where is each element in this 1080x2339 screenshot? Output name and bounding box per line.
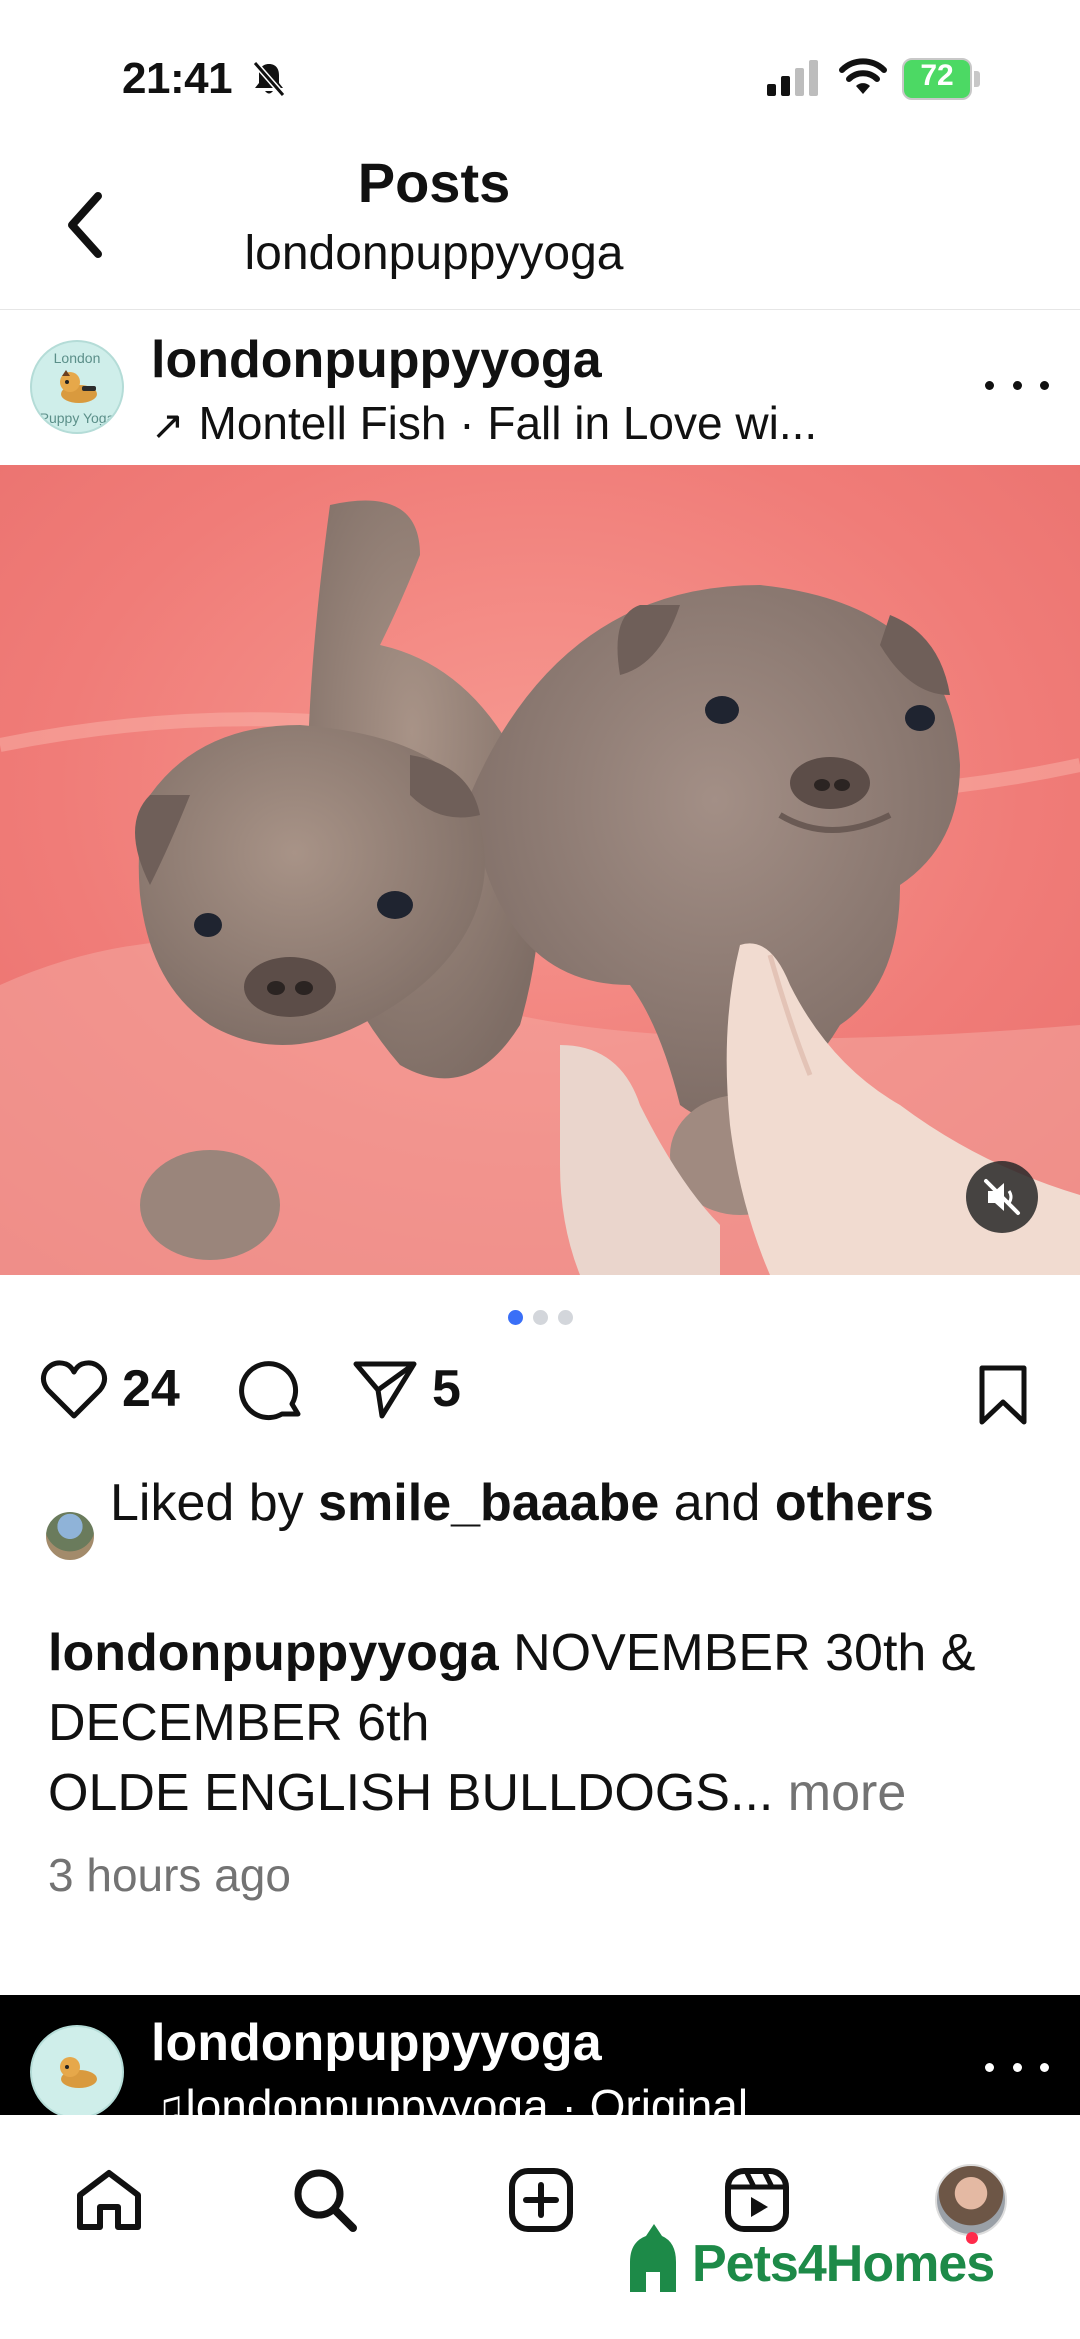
- dot-icon: [1040, 380, 1049, 390]
- post-audio[interactable]: ↗ Montell Fish · Fall in Love wi...: [151, 396, 817, 450]
- carousel-dot-active: [507, 1310, 523, 1325]
- liked-by-middle: and: [659, 1474, 775, 1532]
- page-title: Posts: [357, 151, 511, 214]
- carousel-dot: [557, 1310, 573, 1325]
- post-audio-label: Montell Fish · Fall in Love wi...: [198, 397, 818, 449]
- carousel-indicator: [0, 1310, 1080, 1330]
- dot-icon: [1040, 2062, 1049, 2072]
- post-username[interactable]: londonpuppyyoga: [151, 330, 602, 390]
- nav-home[interactable]: [64, 2155, 154, 2245]
- comment-button[interactable]: [238, 1358, 304, 1424]
- avatar-text-top: London: [53, 350, 101, 366]
- music-note-icon: ♫: [151, 2080, 186, 2115]
- speaker-muted-icon: [984, 1179, 1020, 1215]
- plus-square-icon: [509, 2168, 573, 2232]
- liked-by-others[interactable]: others: [775, 1474, 934, 1532]
- paper-plane-icon: [353, 1361, 417, 1419]
- nav-search[interactable]: [280, 2155, 370, 2245]
- dot-icon: [1012, 380, 1022, 390]
- home-icon: [77, 2170, 141, 2230]
- caption-username[interactable]: londonpuppyyoga: [48, 1624, 499, 1682]
- caption-more-link[interactable]: more: [788, 1764, 906, 1822]
- next-post-more-button[interactable]: [985, 2047, 1049, 2087]
- dot-icon: [985, 2062, 994, 2072]
- post-caption: londonpuppyyoga NOVEMBER 30th & DECEMBER…: [48, 1618, 1048, 1828]
- liked-by-prefix: Liked by: [110, 1474, 319, 1532]
- liked-by-user[interactable]: smile_baaabe: [318, 1474, 659, 1532]
- dog-logo-icon: [60, 370, 97, 403]
- pets4homes-logo-icon: [630, 2224, 676, 2292]
- puppies-photo: [0, 465, 1080, 1275]
- arrow-up-right-icon: ↗: [151, 404, 185, 448]
- signal-icon: [767, 60, 818, 96]
- liked-by-text: Liked by smile_baaabe and others: [110, 1468, 1010, 1538]
- post-actions: 24 5: [0, 1350, 1080, 1440]
- battery-tip: [974, 71, 980, 87]
- next-post-username[interactable]: londonpuppyyoga: [151, 2013, 602, 2073]
- share-button[interactable]: 5: [352, 1358, 461, 1420]
- heart-icon: [40, 1360, 108, 1419]
- nav-create[interactable]: [496, 2155, 586, 2245]
- battery-charging-icon: 72: [902, 58, 982, 100]
- battery-level: 72: [920, 59, 954, 92]
- post-header: London Puppy Yoga londonpuppyyoga ↗ Monte…: [0, 310, 1080, 465]
- next-post-audio-label: londonpuppyyoga · Original: [185, 2080, 749, 2115]
- status-time: 21:41: [122, 54, 233, 103]
- next-post-header: londonpuppyyoga ♫londonpuppyyoga · Origi…: [0, 1995, 1080, 2115]
- shares-count: 5: [432, 1360, 461, 1418]
- dot-icon: [985, 380, 994, 390]
- search-icon: [294, 2169, 357, 2232]
- avatar-text-bottom: Puppy Yoga: [39, 410, 115, 426]
- bookmark-icon: [979, 1365, 1027, 1425]
- like-button[interactable]: 24: [40, 1358, 180, 1420]
- posts-header: Posts londonpuppyyoga: [0, 150, 1080, 310]
- bell-slash-icon: [252, 61, 286, 97]
- dot-icon: [1012, 2062, 1022, 2072]
- wifi-icon: [839, 58, 887, 94]
- next-post-audio[interactable]: ♫londonpuppyyoga · Original: [151, 2079, 748, 2115]
- page-subtitle: londonpuppyyoga: [244, 227, 624, 280]
- post-media[interactable]: [0, 465, 1080, 1275]
- likes-count: 24: [122, 1360, 180, 1418]
- caption-line-2: OLDE ENGLISH BULLDOGS...: [48, 1764, 774, 1822]
- pets4homes-watermark: Pets4Homes: [624, 2222, 995, 2294]
- liker-avatar: [44, 1510, 96, 1562]
- post-avatar[interactable]: London Puppy Yoga: [30, 340, 124, 434]
- next-post-avatar[interactable]: [30, 2025, 124, 2115]
- dog-logo-icon: [60, 2057, 97, 2088]
- watermark-text: Pets4Homes: [692, 2235, 995, 2293]
- status-bar: 21:41 72: [0, 0, 1080, 150]
- mute-button[interactable]: [966, 1161, 1038, 1233]
- more-options-button[interactable]: [985, 365, 1049, 405]
- save-button[interactable]: [976, 1364, 1030, 1431]
- carousel-dot: [532, 1310, 548, 1325]
- comment-icon: [239, 1361, 301, 1421]
- post-timestamp: 3 hours ago: [48, 1849, 291, 1901]
